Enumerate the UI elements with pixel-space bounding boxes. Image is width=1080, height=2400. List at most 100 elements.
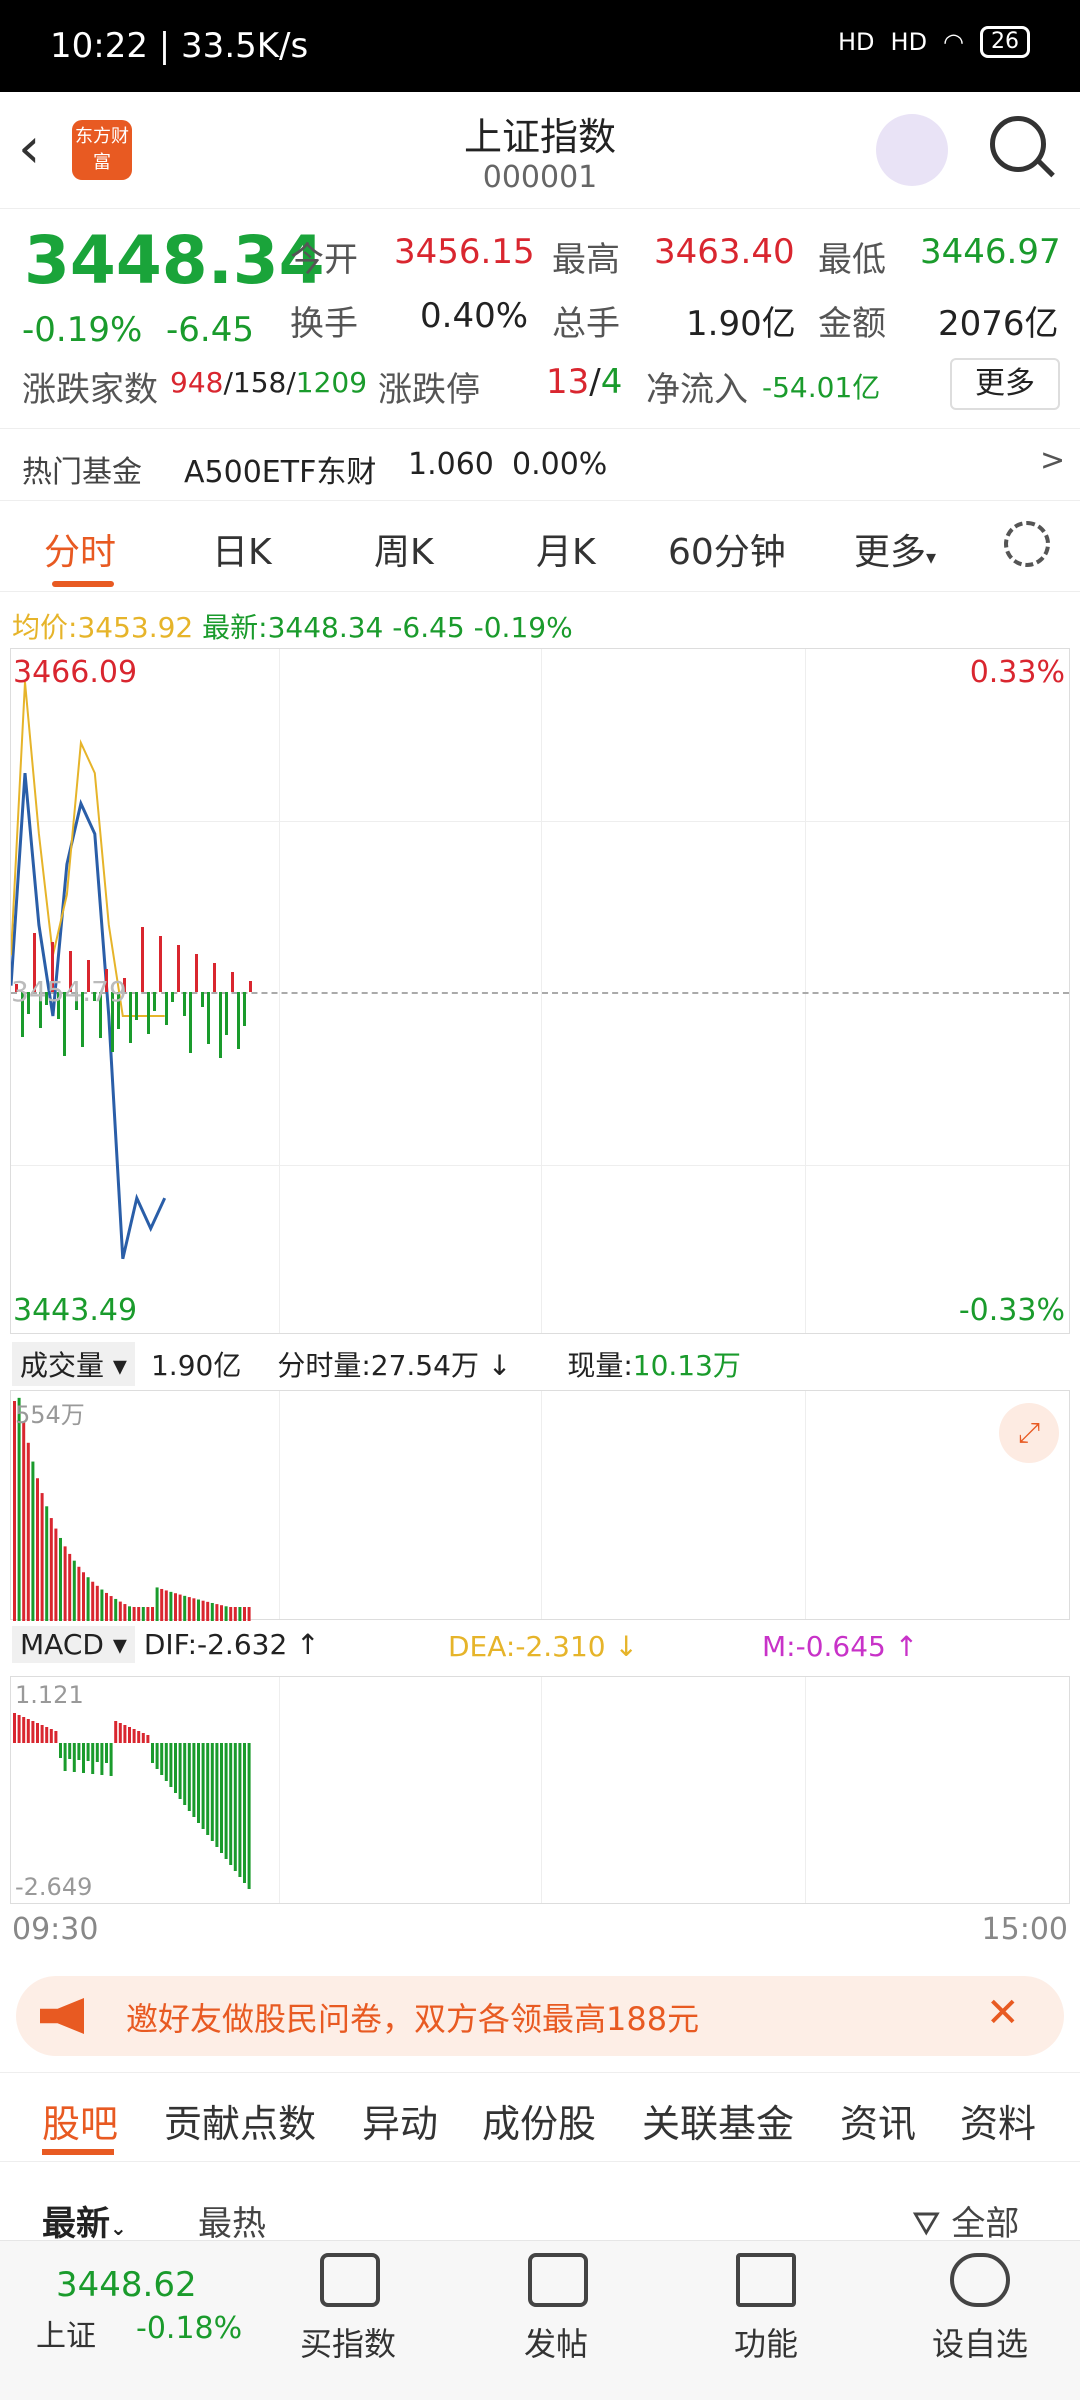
macd-bar: [31, 1721, 35, 1743]
close-icon[interactable]: ✕: [986, 1990, 1020, 2036]
volume-bar: [63, 1546, 67, 1621]
expand-icon[interactable]: ⤢: [999, 1403, 1059, 1463]
footer-pct: -0.18%: [136, 2311, 243, 2346]
edit-icon[interactable]: [528, 2253, 588, 2307]
macd-bar: [243, 1743, 246, 1883]
macd-top-label: 1.121: [15, 1681, 84, 1709]
current-price: 3448.34: [24, 222, 325, 299]
assistant-avatar-icon[interactable]: [876, 114, 948, 186]
tab-weekly[interactable]: 周K: [374, 523, 434, 575]
apps-icon[interactable]: [736, 2253, 796, 2307]
avg-info: 均价:3453.92 最新:3448.34 -6.45 -0.19%: [12, 611, 573, 644]
volume-bar: [243, 1607, 246, 1621]
tab-profile[interactable]: 资料: [960, 2093, 1036, 2148]
macd-bar: [72, 1743, 76, 1772]
wifi-icon: ◠: [943, 28, 964, 56]
volume-bar: [192, 1598, 196, 1621]
tab-monthly[interactable]: 月K: [536, 523, 596, 575]
price-chart[interactable]: 3466.09 0.33% 3443.49 -0.33% 3454.79: [10, 648, 1070, 1334]
macd-bar: [187, 1743, 191, 1811]
volume-bar: [229, 1607, 233, 1621]
status-time: 10:22 | 33.5K/s: [50, 26, 309, 66]
hot-fund-bar[interactable]: 热门基金 A500ETF东财 1.060 0.00% >: [0, 428, 1080, 500]
volume-bar: [45, 1506, 49, 1621]
tab-60min[interactable]: 60分钟: [668, 523, 786, 575]
macd-chart[interactable]: 1.121 -2.649: [10, 1676, 1070, 1904]
volume-bar: [224, 1606, 228, 1621]
macd-selector[interactable]: MACD ▾: [12, 1626, 135, 1663]
macd-bars: [13, 1713, 251, 1889]
sort-hot[interactable]: 最热: [198, 2196, 266, 2245]
macd-bar: [174, 1743, 177, 1793]
tab-constituents[interactable]: 成份股: [482, 2093, 596, 2148]
section-tabs: 股吧 贡献点数 异动 成份股 关联基金 资讯 资料: [0, 2072, 1080, 2162]
volume-bar: [151, 1607, 154, 1621]
pct-top-label: 0.33%: [969, 655, 1065, 690]
signal-icon-2: HD: [890, 28, 928, 56]
macd-bar: [49, 1729, 53, 1743]
change-pct: -0.19%: [22, 310, 143, 350]
macd-bar: [183, 1743, 187, 1805]
add-watch-button[interactable]: 设自选: [910, 2319, 1050, 2365]
status-icons: HD HD ◠ 26: [838, 26, 1030, 58]
tab-contribution[interactable]: 贡献点数: [164, 2093, 316, 2148]
volume-bar: [22, 1421, 26, 1621]
tab-guba[interactable]: 股吧: [42, 2093, 118, 2148]
volume-bar: [160, 1588, 164, 1621]
more-icon[interactable]: [950, 2253, 1010, 2307]
macd-bar: [17, 1715, 21, 1743]
breadth-label: 涨跌家数: [22, 370, 158, 410]
flow-bar: [183, 992, 186, 1016]
volume-bar: [197, 1599, 200, 1621]
turnover-value: 0.40%: [420, 296, 529, 336]
time-start: 09:30: [12, 1912, 99, 1947]
volume-bar: [17, 1397, 21, 1621]
volume-chart[interactable]: 554万 ⤢: [10, 1390, 1070, 1621]
macd-bar: [86, 1743, 90, 1761]
buy-index-button[interactable]: 买指数: [278, 2319, 418, 2365]
volume-bar: [31, 1461, 35, 1621]
open-value: 3456.15: [394, 232, 535, 272]
tab-anomaly[interactable]: 异动: [362, 2093, 438, 2148]
chart-icon[interactable]: [320, 2253, 380, 2307]
netflow-label: 净流入: [646, 370, 748, 410]
tab-intraday[interactable]: 分时: [44, 523, 116, 575]
gear-icon[interactable]: [1004, 521, 1050, 567]
volume-bar: [174, 1593, 177, 1621]
macd-bar: [63, 1743, 67, 1771]
macd-bar: [192, 1743, 196, 1817]
function-button[interactable]: 功能: [696, 2319, 836, 2365]
volume-info: 成交量 ▾ 1.90亿 分时量:27.54万 ↓ 现量:10.13万: [12, 1342, 741, 1386]
turnover-label: 换手: [290, 304, 358, 344]
price-bottom-label: 3443.49: [13, 1293, 138, 1328]
volume-bar: [59, 1537, 62, 1621]
volume-bar: [187, 1597, 191, 1621]
volume-bar: [86, 1577, 90, 1621]
volume-selector[interactable]: 成交量 ▾: [12, 1342, 135, 1386]
macd-bar: [206, 1743, 210, 1835]
macd-bar: [220, 1743, 223, 1853]
signal-icon: HD: [837, 28, 875, 56]
macd-bar: [118, 1723, 122, 1743]
tab-daily[interactable]: 日K: [212, 523, 272, 575]
flow-bar: [171, 992, 174, 1002]
more-button[interactable]: 更多: [950, 358, 1060, 410]
volume-bar: [233, 1607, 237, 1621]
tab-more[interactable]: 更多▾: [854, 523, 936, 575]
low-value: 3446.97: [920, 232, 1061, 272]
sort-latest[interactable]: 最新⌄: [42, 2196, 127, 2245]
macd-bar: [54, 1731, 58, 1743]
limit-label: 涨跌停: [378, 370, 480, 410]
filter-all[interactable]: ⛛ 全部: [912, 2196, 1019, 2245]
macd-bar: [68, 1743, 72, 1759]
volume-bar: [82, 1572, 85, 1621]
promo-banner[interactable]: 邀好友做股民问卷，双方各领最高188元 ✕: [16, 1976, 1064, 2056]
flow-bar: [165, 992, 168, 1025]
tab-related-funds[interactable]: 关联基金: [642, 2093, 794, 2148]
post-button[interactable]: 发帖: [486, 2319, 626, 2365]
flow-bar: [159, 936, 162, 992]
macd-bar: [178, 1743, 182, 1799]
flow-bar: [219, 992, 222, 1058]
macd-bar: [141, 1733, 145, 1743]
tab-news[interactable]: 资讯: [840, 2093, 916, 2148]
